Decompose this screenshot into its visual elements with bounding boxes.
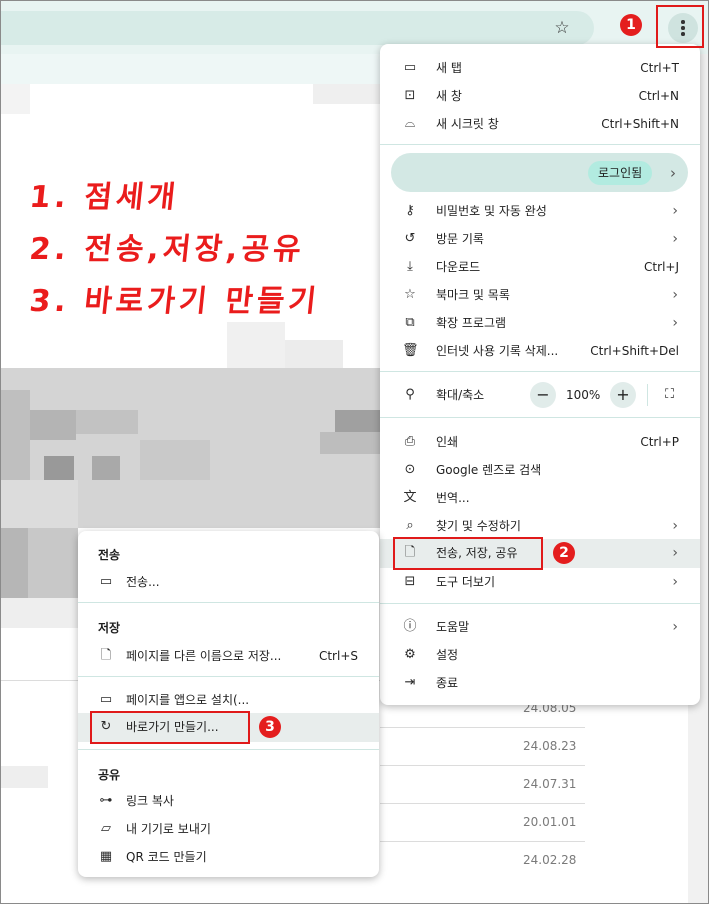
submenu-item-install-app[interactable]: ▭ 페이지를 앱으로 설치(... (78, 686, 379, 714)
menu-item-print[interactable]: ⎙ 인쇄 Ctrl+P (380, 428, 700, 456)
chevron-right-icon: › (672, 315, 678, 331)
menu-item-new-window[interactable]: ⊡ 새 창 Ctrl+N (380, 82, 700, 110)
chevron-right-icon: › (670, 164, 676, 182)
annotation-badge-1: 1 (620, 14, 642, 36)
puzzle-icon: ⧉ (405, 315, 415, 330)
download-icon: ⤓ (407, 259, 413, 274)
key-icon: ⚷ (405, 203, 415, 218)
devices-icon: ▱ (101, 821, 111, 836)
submenu-item-cast[interactable]: ▭ 전송... (78, 568, 379, 596)
submenu-item-save-page[interactable]: 🗋 페이지를 다른 이름으로 저장... Ctrl+S (78, 642, 379, 670)
three-dots-icon (681, 20, 685, 36)
menu-item-downloads[interactable]: ⤓ 다운로드 Ctrl+J (380, 253, 700, 281)
submenu-header-save: 저장 (98, 621, 121, 635)
new-tab-icon: ▭ (403, 60, 417, 75)
address-bar[interactable] (0, 11, 594, 45)
signed-in-badge: 로그인됨 (588, 161, 653, 185)
chevron-right-icon: › (672, 287, 678, 303)
save-file-icon: 🗋 (100, 648, 112, 663)
zoom-level: 100% (566, 388, 601, 402)
menu-item-zoom: ⚲ 확대/축소 − 100% + ⛶ (380, 381, 700, 409)
menu-item-translate[interactable]: 文 번역... (380, 484, 700, 512)
new-window-icon: ⊡ (404, 88, 416, 103)
chevron-right-icon: › (672, 545, 678, 561)
chevron-right-icon: › (672, 518, 678, 534)
lens-icon: ⊙ (404, 462, 416, 477)
translate-icon: 文 (403, 490, 417, 505)
find-page-icon: ⌕ (406, 518, 414, 533)
list-item-date: 24.07.31 (523, 777, 577, 791)
submenu-item-create-shortcut[interactable]: ↻ 바로가기 만들기... (78, 713, 379, 742)
history-icon: ↺ (404, 231, 416, 246)
link-icon: ⊶ (99, 793, 113, 808)
printer-icon: ⎙ (404, 434, 416, 449)
submenu-header-share: 공유 (98, 768, 121, 782)
menu-item-cast-save-share[interactable]: 🗋 전송, 저장, 공유 › (380, 539, 700, 568)
toolbox-icon: ⊟ (404, 574, 416, 589)
help-icon: ⓘ (403, 619, 417, 634)
list-item-date: 24.02.28 (523, 853, 577, 867)
chrome-main-menu: ▭ 새 탭 Ctrl+T ⊡ 새 창 Ctrl+N ⌓ 새 시크릿 창 Ctrl… (380, 44, 700, 705)
gear-icon: ⚙ (404, 647, 416, 662)
menu-item-bookmarks[interactable]: ☆ 북마크 및 목록 › (380, 281, 700, 309)
chrome-menu-button[interactable] (668, 13, 698, 43)
submenu-item-send-devices[interactable]: ▱ 내 기기로 보내기 (78, 815, 379, 843)
menu-item-new-tab[interactable]: ▭ 새 탭 Ctrl+T (380, 54, 700, 82)
menu-item-exit[interactable]: ⇥ 종료 (380, 669, 700, 697)
chevron-right-icon: › (672, 619, 678, 635)
menu-item-settings[interactable]: ⚙ 설정 (380, 641, 700, 669)
list-item-date: 24.08.23 (523, 739, 577, 753)
chevron-right-icon: › (672, 203, 678, 219)
annotation-note-1: 1. 점세개 (27, 180, 181, 215)
zoom-in-button[interactable]: + (610, 382, 636, 408)
annotation-note-3: 3. 바로가기 만들기 (27, 284, 322, 319)
list-item-date: 20.01.01 (523, 815, 577, 829)
menu-item-passwords[interactable]: ⚷ 비밀번호 및 자동 완성 › (380, 197, 700, 225)
exit-icon: ⇥ (404, 675, 416, 690)
submenu-item-qr-code[interactable]: ▦ QR 코드 만들기 (78, 843, 379, 871)
trash-icon: 🗑 (402, 343, 419, 358)
file-share-icon: 🗋 (404, 545, 416, 560)
menu-item-help[interactable]: ⓘ 도움말 › (380, 613, 700, 641)
annotation-badge-3: 3 (259, 716, 281, 738)
chevron-right-icon: › (672, 574, 678, 590)
star-icon: ☆ (404, 287, 416, 302)
fullscreen-icon[interactable]: ⛶ (665, 381, 674, 409)
menu-item-find[interactable]: ⌕ 찾기 및 수정하기 › (380, 512, 700, 540)
bookmark-star-icon[interactable]: ☆ (551, 17, 573, 39)
cast-save-share-submenu: 전송 ▭ 전송... 저장 🗋 페이지를 다른 이름으로 저장... Ctrl+… (78, 531, 379, 877)
shortcut-arrow-icon: ↻ (100, 719, 112, 734)
cast-icon: ▭ (99, 574, 113, 589)
qr-code-icon: ▦ (99, 849, 113, 864)
submenu-item-copy-link[interactable]: ⊶ 링크 복사 (78, 787, 379, 815)
menu-item-extensions[interactable]: ⧉ 확장 프로그램 › (380, 309, 700, 337)
zoom-icon: ⚲ (405, 387, 415, 402)
chevron-right-icon: › (672, 231, 678, 247)
zoom-out-button[interactable]: − (530, 382, 556, 408)
incognito-icon: ⌓ (404, 116, 416, 131)
menu-item-lens[interactable]: ⊙ Google 렌즈로 검색 (380, 456, 700, 484)
profile-row[interactable]: 로그인됨 › (391, 153, 688, 192)
install-app-icon: ▭ (99, 692, 113, 707)
menu-item-clear-data[interactable]: 🗑 인터넷 사용 기록 삭제... Ctrl+Shift+Del (380, 337, 700, 365)
menu-item-more-tools[interactable]: ⊟ 도구 더보기 › (380, 568, 700, 596)
annotation-badge-2: 2 (553, 542, 575, 564)
annotation-note-2: 2. 전송,저장,공유 (27, 232, 307, 267)
menu-item-history[interactable]: ↺ 방문 기록 › (380, 225, 700, 253)
submenu-header-cast: 전송 (98, 548, 121, 562)
menu-item-incognito[interactable]: ⌓ 새 시크릿 창 Ctrl+Shift+N (380, 110, 700, 138)
